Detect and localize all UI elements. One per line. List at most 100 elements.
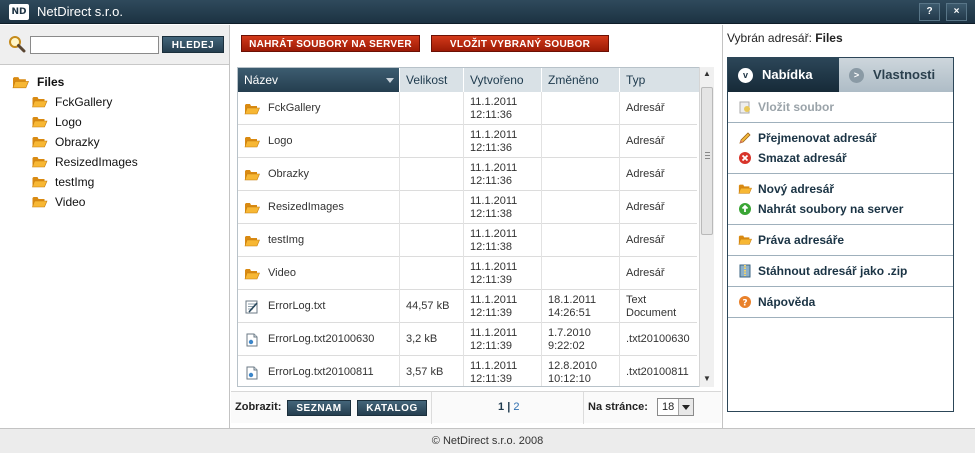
file-grid: Název Velikost Vytvořeno Změněno Typ Fck… [237,67,706,387]
folder-icon [244,135,260,149]
upload-icon [739,203,751,215]
action-label: Nápověda [758,295,816,309]
help-action[interactable]: ? Nápověda [738,294,815,310]
table-row[interactable]: Video 11.1.2011 12:11:39 Adresář [238,257,697,290]
insert-selected-file-button[interactable]: VLOŽIT VYBRANÝ SOUBOR [431,35,609,52]
table-row[interactable]: ResizedImages 11.1.2011 12:11:38 Adresář [238,191,697,224]
cell-line: 12:11:36 [470,108,513,121]
cell-line: 12:11:39 [470,273,513,286]
insert-file-action[interactable]: Vložit soubor [738,99,834,115]
cell-lines: 11.1.2011 12:11:36 [470,129,517,155]
upload-files-button[interactable]: NAHRÁT SOUBORY NA SERVER [241,35,420,52]
download-zip-action[interactable]: Stáhnout adresář jako .zip [738,263,907,279]
per-page-select[interactable]: 18 [657,398,694,416]
search-button[interactable]: HLEDEJ [162,36,224,53]
cell-modified [542,191,620,224]
cell-name: FckGallery [238,92,400,125]
action-label: Stáhnout adresář jako .zip [758,264,908,278]
directory-rights-action[interactable]: Práva adresáře [738,232,844,248]
cell-size [400,158,464,191]
file-name: ErrorLog.txt20100630 [268,333,375,345]
file-name: FckGallery [268,102,321,114]
cell-modified [542,92,620,125]
page-numbers: 1 | 2 [498,401,519,413]
tab-label: Vlastnosti [873,67,936,82]
insert-file-icon [739,101,750,114]
menu-section-help: ? Nápověda [728,287,953,318]
delete-directory-action[interactable]: Smazat adresář [738,150,847,166]
tree-item-fckgallery[interactable]: FckGallery [31,93,112,111]
action-label: Vložit soubor [758,100,834,114]
cell-line: .txt20100811 [626,366,689,378]
tab-properties[interactable]: > Vlastnosti [839,58,953,92]
menu-section-rights: Práva adresáře [728,225,953,256]
cell-type: Adresář [620,125,705,158]
chevron-down-icon[interactable] [678,399,693,415]
tree-item-label: Video [55,195,86,209]
folder-icon [244,201,260,215]
column-header-type[interactable]: Typ [620,68,705,92]
tab-menu[interactable]: v Nabídka [728,58,839,92]
cell-line: 11.1.2011 [470,326,518,339]
cell-modified: 12.8.2010 10:12:10 [542,356,620,386]
upload-files-action[interactable]: Nahrát soubory na server [738,201,903,217]
new-directory-action[interactable]: Nový adresář [738,181,834,197]
list-view-button[interactable]: SEZNAM [287,400,351,416]
tree-item-logo[interactable]: Logo [31,113,82,131]
cell-created: 11.1.2011 12:11:38 [464,224,542,257]
cell-line: Adresář [626,234,665,246]
cell-line: 11.1.2011 [470,161,518,174]
view-label: Zobrazit: [235,401,282,413]
scroll-up-icon[interactable]: ▲ [700,67,714,81]
tree-item-testimg[interactable]: testImg [31,173,94,191]
search-input[interactable] [30,36,159,54]
table-row[interactable]: Obrazky 11.1.2011 12:11:36 Adresář [238,158,697,191]
column-header-label: Název [244,73,279,87]
table-row[interactable]: FckGallery 11.1.2011 12:11:36 Adresář [238,92,697,125]
cell-size: 3,2 kB [400,323,464,356]
svg-text:?: ? [742,299,747,309]
cell-size [400,92,464,125]
table-row[interactable]: testImg 11.1.2011 12:11:38 Adresář [238,224,697,257]
page-separator: | [507,401,511,413]
column-header-size[interactable]: Velikost [400,68,464,92]
cell-size [400,257,464,290]
folder-icon [738,233,752,247]
tree-item-video[interactable]: Video [31,193,85,211]
tree-item-root[interactable]: Files [11,73,64,91]
tree-item-label: testImg [55,175,95,189]
cell-lines: Adresář [626,267,665,280]
catalog-view-button[interactable]: KATALOG [357,400,427,416]
close-button[interactable]: × [946,3,967,21]
folder-icon [31,195,48,209]
column-header-created[interactable]: Vytvořeno [464,68,542,92]
folder-icon [244,267,260,281]
cell-created: 11.1.2011 12:11:39 [464,323,542,356]
tree-item-label: ResizedImages [55,155,138,169]
scroll-down-icon[interactable]: ▼ [700,372,714,386]
selected-directory-value: Files [815,31,843,45]
current-page: 1 [498,401,505,413]
menu-section-edit: Přejmenovat adresář Smazat adresář [728,123,953,174]
column-header-name[interactable]: Název [238,68,400,92]
cell-modified [542,158,620,191]
table-row[interactable]: ErrorLog.txt20100811 3,57 kB 11.1.2011 12:1… [238,356,697,386]
cell-created: 11.1.2011 12:11:38 [464,191,542,224]
help-button[interactable]: ? [919,3,940,21]
scrollbar-thumb[interactable] [701,87,713,235]
folder-icon [244,234,260,248]
cell-modified: 18.1.2011 14:26:51 [542,290,620,323]
rename-directory-action[interactable]: Přejmenovat adresář [738,130,877,146]
table-row[interactable]: Logo 11.1.2011 12:11:36 Adresář [238,125,697,158]
cell-line: Adresář [626,135,665,147]
column-header-modified[interactable]: Změněno [542,68,620,92]
grip-line [705,158,710,159]
page-link-2[interactable]: 2 [513,401,519,413]
table-row[interactable]: ErrorLog.txt20100630 3,2 kB 11.1.2011 12:11… [238,323,697,356]
tree-item-obrazky[interactable]: Obrazky [31,133,100,151]
tree-item-resizedimages[interactable]: ResizedImages [31,153,138,171]
cell-line: 11.1.2011 [470,293,518,306]
tree-item-label: Files [37,75,65,89]
grid-scrollbar[interactable]: ▲ ▼ [699,67,714,387]
table-row[interactable]: ErrorLog.txt 44,57 kB 11.1.2011 12:11:39 18.… [238,290,697,323]
